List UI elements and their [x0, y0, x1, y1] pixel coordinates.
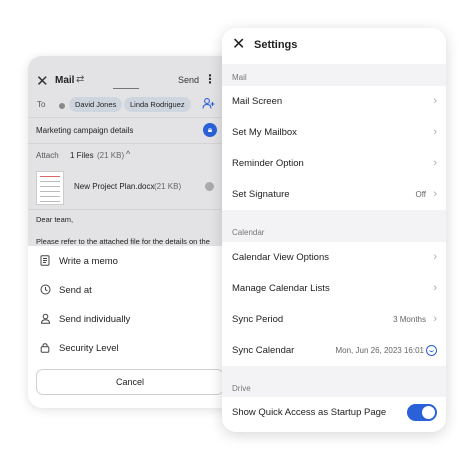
settings-row-label: Mail Screen — [232, 96, 283, 107]
settings-row-label: Reminder Option — [232, 158, 304, 169]
chevron-right-icon: › — [433, 251, 437, 263]
sheet-item-label: Send at — [59, 285, 92, 296]
close-icon[interactable]: ✕ — [232, 36, 245, 54]
status-dot-icon — [59, 103, 65, 109]
settings-row-value: Off — [415, 190, 426, 199]
section-label-mail: Mail — [232, 73, 247, 82]
security-lock-icon[interactable]: 🔒︎ — [203, 123, 217, 137]
section-label-drive: Drive — [232, 384, 251, 393]
section-label-calendar: Calendar — [232, 228, 265, 237]
swap-icon[interactable]: ⇄ — [76, 74, 84, 85]
chevron-right-icon: › — [433, 95, 437, 107]
chevron-right-icon: › — [433, 126, 437, 138]
remove-file-icon[interactable] — [205, 182, 214, 191]
settings-row-set-my-mailbox[interactable]: Set My Mailbox › — [222, 117, 446, 148]
attach-label: Attach — [36, 151, 59, 160]
settings-row-label: Sync Calendar — [232, 345, 295, 356]
settings-header: ✕ Settings — [222, 28, 446, 64]
settings-row-set-signature[interactable]: Set Signature Off › — [222, 179, 446, 210]
recipient-chip[interactable]: Linda Rodriguez — [124, 97, 191, 112]
file-name: New Project Plan.docx — [74, 182, 155, 191]
settings-row-quick-access-startup[interactable]: Show Quick Access as Startup Page — [222, 397, 446, 428]
settings-row-label: Calendar View Options — [232, 252, 329, 263]
subject-text: Marketing campaign details — [36, 126, 134, 135]
settings-row-sync-calendar[interactable]: Sync Calendar Mon, Jun 26, 2023 16:01 — [222, 335, 446, 366]
add-user-icon[interactable] — [202, 97, 215, 113]
person-icon — [39, 313, 51, 327]
mail-body-line: Please refer to the attached file for th… — [36, 237, 210, 246]
recipient-chip[interactable]: David Jones — [69, 97, 123, 112]
add-user-icon-svg — [202, 98, 215, 109]
close-icon[interactable]: ✕ — [36, 74, 49, 90]
document-thumbnail-icon — [36, 171, 64, 205]
settings-group-drive: Show Quick Access as Startup Page — [222, 397, 446, 432]
settings-panel: ✕ Settings Mail Mail Screen › Set My Mai… — [222, 28, 446, 432]
settings-group-mail: Mail Screen › Set My Mailbox › Reminder … — [222, 86, 446, 210]
settings-row-manage-calendar-lists[interactable]: Manage Calendar Lists › — [222, 273, 446, 304]
chevron-right-icon: › — [433, 313, 437, 325]
file-size: (21 KB) — [154, 182, 182, 191]
divider — [113, 88, 139, 89]
sheet-item-label: Write a memo — [59, 256, 118, 267]
settings-row-label: Show Quick Access as Startup Page — [232, 407, 387, 418]
memo-icon — [39, 255, 51, 269]
settings-row-value: 3 Months — [393, 315, 426, 324]
attach-total-size: (21 KB) — [97, 151, 125, 160]
settings-row-value: Mon, Jun 26, 2023 16:01 — [335, 346, 424, 355]
settings-group-calendar: Calendar View Options › Manage Calendar … — [222, 242, 446, 366]
sheet-item-label: Send individually — [59, 314, 131, 325]
more-vertical-icon[interactable]: ⋮ — [204, 72, 216, 86]
sheet-item-label: Security Level — [59, 343, 119, 354]
lock-icon — [39, 342, 51, 356]
page-title: Settings — [254, 39, 298, 51]
settings-row-label: Set My Mailbox — [232, 127, 297, 138]
sync-status-icon[interactable] — [426, 345, 437, 356]
mail-title: Mail — [55, 75, 75, 86]
mail-body-line: Dear team, — [36, 215, 74, 224]
settings-row-label: Sync Period — [232, 314, 284, 325]
chevron-right-icon: › — [433, 282, 437, 294]
settings-row-reminder-option[interactable]: Reminder Option › — [222, 148, 446, 179]
to-label: To — [37, 100, 46, 109]
chevron-right-icon: › — [433, 188, 437, 200]
toggle-knob — [422, 406, 435, 419]
settings-row-label: Set Signature — [232, 189, 290, 200]
attach-file-count: 1 Files — [70, 151, 94, 160]
settings-row-calendar-view-options[interactable]: Calendar View Options › — [222, 242, 446, 273]
quick-access-toggle[interactable] — [407, 404, 437, 421]
chevron-right-icon: › — [433, 157, 437, 169]
cancel-button[interactable]: Cancel — [36, 369, 224, 395]
chevron-up-icon[interactable]: ^ — [126, 149, 130, 159]
clock-icon — [39, 284, 51, 298]
settings-row-sync-period[interactable]: Sync Period 3 Months › — [222, 304, 446, 335]
settings-row-mail-screen[interactable]: Mail Screen › — [222, 86, 446, 117]
settings-row-label: Manage Calendar Lists — [232, 283, 330, 294]
send-button[interactable]: Send — [178, 75, 199, 85]
